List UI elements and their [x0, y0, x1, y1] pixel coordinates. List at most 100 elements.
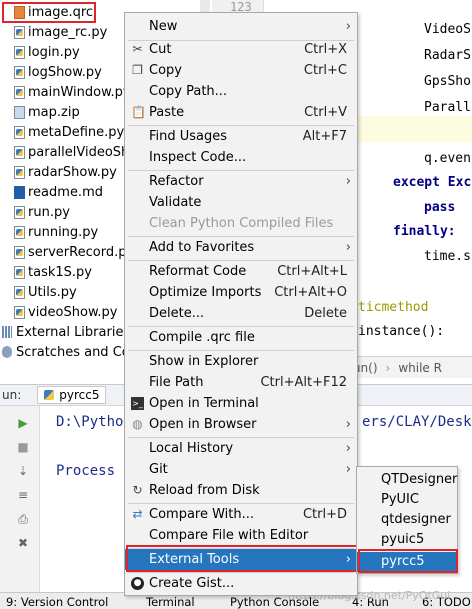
tree-item-label: serverRecord.py	[28, 244, 135, 260]
submenu-item-qtdesigner[interactable]: QTDesigner	[357, 470, 457, 490]
menu-item-open-terminal[interactable]: >_ Open in Terminal	[125, 393, 357, 414]
python-file-icon	[14, 245, 25, 259]
code-line: instance():	[358, 324, 445, 339]
menu-item-copy-path[interactable]: Copy Path...	[125, 81, 357, 102]
menu-item-refactor[interactable]: Refactor ›	[125, 171, 357, 192]
menu-item-find-usages[interactable]: Find Usages Alt+F7	[125, 126, 357, 147]
globe-icon: ◍	[132, 417, 143, 431]
menu-shortcut: Delete	[304, 306, 347, 321]
menu-item-label: Compare File with Editor	[149, 528, 309, 543]
python-file-icon	[14, 265, 25, 279]
menu-item-label: Validate	[149, 195, 202, 210]
python-file-icon	[14, 225, 25, 239]
menu-item-label: Copy Path...	[149, 84, 228, 99]
submenu-arrow-icon: ›	[345, 441, 351, 456]
code-line: finally:	[393, 224, 456, 239]
scroll-to-end-icon[interactable]: ⇣	[16, 464, 30, 478]
submenu-item-pyuic[interactable]: PyUIC	[357, 490, 457, 510]
menu-item-label: Inspect Code...	[149, 150, 247, 165]
console-line: Process f	[56, 463, 132, 479]
paste-icon: 📋	[131, 105, 146, 119]
menu-shortcut: Ctrl+X	[304, 42, 347, 57]
tree-item-label: metaDefine.py	[28, 124, 125, 140]
context-menu: New › ✂ Cut Ctrl+X ❐ Copy Ctrl+C Copy Pa…	[124, 12, 358, 596]
tree-item-label: login.py	[28, 44, 80, 60]
tree-item-label: running.py	[28, 224, 99, 240]
submenu-item-label: pyuic5	[381, 532, 425, 547]
menu-item-reload-disk[interactable]: ↻ Reload from Disk	[125, 480, 357, 501]
python-file-icon	[14, 205, 25, 219]
submenu-arrow-icon: ›	[345, 240, 351, 255]
tree-item-label: logShow.py	[28, 64, 102, 80]
python-file-icon	[14, 285, 25, 299]
code-line: RadarS	[424, 48, 471, 63]
menu-item-new[interactable]: New ›	[125, 16, 357, 37]
menu-item-file-path[interactable]: File Path Ctrl+Alt+F12	[125, 372, 357, 393]
version-control-tab[interactable]: 9: Version Control	[6, 595, 108, 609]
terminal-tab[interactable]: Terminal	[146, 595, 195, 609]
menu-item-compile-qrc[interactable]: Compile .qrc file	[125, 327, 357, 348]
github-icon: ●	[131, 577, 144, 590]
menu-item-copy[interactable]: ❐ Copy Ctrl+C	[125, 60, 357, 81]
submenu-item-label: QTDesigner	[381, 472, 458, 487]
console-line: D:\Python	[56, 414, 132, 430]
menu-item-reformat[interactable]: Reformat Code Ctrl+Alt+L	[125, 261, 357, 282]
code-line: pass	[424, 200, 456, 215]
tree-item-label: map.zip	[28, 104, 80, 120]
menu-item-add-favorites[interactable]: Add to Favorites ›	[125, 237, 357, 258]
menu-shortcut: Alt+F7	[302, 129, 347, 144]
copy-icon: ❐	[132, 63, 143, 77]
print-icon[interactable]: ⎙	[16, 512, 30, 526]
menu-item-git[interactable]: Git ›	[125, 459, 357, 480]
stop-icon[interactable]: ■	[16, 440, 30, 454]
menu-shortcut: Ctrl+V	[304, 105, 347, 120]
library-icon	[2, 326, 12, 338]
menu-item-label: Open in Browser	[149, 417, 257, 432]
breadcrumb-item[interactable]: while R	[398, 361, 442, 375]
submenu-item-pyuic5[interactable]: pyuic5	[357, 530, 457, 550]
python-icon	[44, 390, 55, 400]
menu-item-label: Reformat Code	[149, 264, 247, 279]
menu-item-cut[interactable]: ✂ Cut Ctrl+X	[125, 39, 357, 60]
tree-item-label: Utils.py	[28, 284, 77, 300]
breadcrumb[interactable]: run() › while R	[340, 356, 472, 378]
menu-item-validate[interactable]: Validate	[125, 192, 357, 213]
run-toolbar: ▶ ■ ⇣ ≡ ⎙ ✖	[0, 406, 40, 592]
zip-file-icon	[14, 105, 25, 119]
menu-shortcut: Ctrl+Alt+F12	[260, 375, 347, 390]
menu-item-paste[interactable]: 📋 Paste Ctrl+V	[125, 102, 357, 123]
breadcrumb-separator: ›	[385, 360, 391, 375]
run-tab[interactable]: pyrcc5	[37, 386, 107, 404]
code-line: Parall	[424, 100, 471, 115]
pyrcc5-highlight-box	[358, 549, 458, 573]
menu-item-label: Paste	[149, 105, 185, 120]
code-line: ticmethod	[358, 300, 429, 315]
code-line: VideoS	[424, 22, 471, 37]
rerun-icon[interactable]: ▶	[16, 416, 30, 430]
submenu-arrow-icon: ›	[345, 19, 351, 34]
menu-shortcut: Ctrl+D	[302, 507, 347, 522]
menu-item-label: Find Usages	[149, 129, 228, 144]
python-file-icon	[14, 165, 25, 179]
terminal-icon: >_	[131, 397, 144, 410]
menu-item-compare-editor[interactable]: Compare File with Editor	[125, 525, 357, 546]
clear-icon[interactable]: ✖	[16, 536, 30, 550]
menu-item-create-gist[interactable]: ● Create Gist...	[125, 573, 357, 594]
tree-item-label: run.py	[28, 204, 70, 220]
scratches-icon	[2, 346, 12, 358]
menu-item-label: File Path	[149, 375, 204, 390]
tree-item-label: radarShow.py	[28, 164, 117, 180]
menu-item-local-history[interactable]: Local History ›	[125, 438, 357, 459]
menu-item-optimize-imports[interactable]: Optimize Imports Ctrl+Alt+O	[125, 282, 357, 303]
submenu-item-qtdesigner-lower[interactable]: qtdesigner	[357, 510, 457, 530]
python-file-icon	[14, 85, 25, 99]
menu-item-label: Compile .qrc file	[149, 330, 255, 345]
python-file-icon	[14, 305, 25, 319]
menu-item-open-browser[interactable]: ◍ Open in Browser ›	[125, 414, 357, 435]
menu-item-show-explorer[interactable]: Show in Explorer	[125, 351, 357, 372]
menu-item-clean-compiled: Clean Python Compiled Files	[125, 213, 357, 234]
menu-item-inspect-code[interactable]: Inspect Code...	[125, 147, 357, 168]
menu-item-compare-with[interactable]: ⇄ Compare With... Ctrl+D	[125, 504, 357, 525]
soft-wrap-icon[interactable]: ≡	[16, 488, 30, 502]
menu-item-delete[interactable]: Delete... Delete	[125, 303, 357, 324]
